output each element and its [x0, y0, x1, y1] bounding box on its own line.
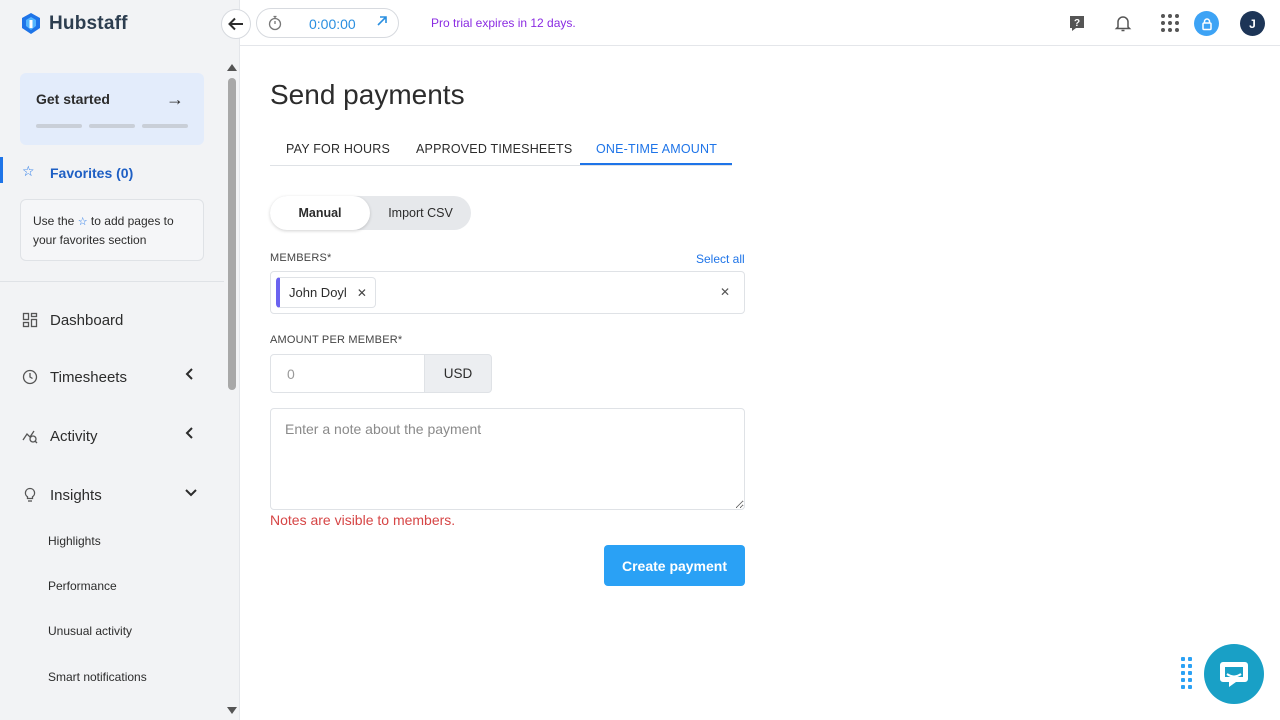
- sidebar-item-insights[interactable]: Insights: [0, 475, 224, 515]
- arrow-up-right-icon[interactable]: [376, 14, 388, 31]
- mode-toggle: Manual Import CSV: [270, 196, 471, 230]
- sidebar-subitem-unusual-activity[interactable]: Unusual activity: [48, 624, 132, 638]
- amount-input[interactable]: [270, 354, 425, 393]
- sidebar-subitem-performance[interactable]: Performance: [48, 579, 117, 593]
- amount-label: AMOUNT PER MEMBER*: [270, 334, 403, 346]
- sidebar-item-dashboard[interactable]: Dashboard: [0, 300, 224, 340]
- trial-notice[interactable]: Pro trial expires in 12 days.: [431, 16, 576, 30]
- sidebar-item-label: Timesheets: [50, 369, 127, 386]
- members-label: MEMBERS*: [270, 252, 332, 264]
- divider: [0, 281, 224, 282]
- chat-bubble-icon: [1220, 662, 1248, 687]
- sidebar-item-favorites[interactable]: ☆ Favorites (0): [0, 157, 224, 187]
- remove-member-icon[interactable]: ✕: [357, 286, 367, 300]
- arrow-left-icon: [228, 17, 243, 31]
- mode-import-csv-button[interactable]: Import CSV: [370, 196, 471, 230]
- chevron-left-icon: [184, 426, 194, 443]
- star-icon: ☆: [77, 216, 88, 228]
- timer-value: 0:00:00: [309, 16, 356, 32]
- chat-button[interactable]: [1204, 644, 1264, 704]
- tab-one-time-amount[interactable]: ONE-TIME AMOUNT: [596, 142, 717, 156]
- progress-step: [89, 124, 135, 128]
- chat-drag-handle[interactable]: [1181, 657, 1195, 689]
- member-chip: John Doyl ✕: [276, 277, 376, 308]
- clock-icon: [22, 369, 38, 385]
- sidebar: Hubstaff Get started → ☆ Favorites (0) U…: [0, 0, 224, 720]
- sidebar-item-label: Activity: [50, 428, 98, 445]
- payment-note-field[interactable]: [270, 408, 745, 510]
- lightbulb-icon: [22, 487, 38, 503]
- member-chip-label: John Doyl: [289, 285, 347, 300]
- star-icon: ☆: [22, 163, 35, 179]
- members-select[interactable]: John Doyl ✕ ✕: [270, 271, 745, 314]
- currency-addon: USD: [424, 354, 492, 393]
- arrow-right-icon: →: [166, 89, 184, 109]
- user-avatar[interactable]: J: [1240, 11, 1265, 36]
- scroll-up-icon[interactable]: [227, 64, 237, 71]
- apps-grid-icon[interactable]: [1158, 11, 1182, 35]
- hubstaff-logo-icon: [19, 12, 43, 36]
- clear-members-icon[interactable]: ✕: [720, 285, 730, 299]
- tab-pay-for-hours[interactable]: PAY FOR HOURS: [286, 142, 390, 156]
- sidebar-item-label: Dashboard: [50, 312, 124, 329]
- page-title: Send payments: [270, 79, 465, 110]
- account-icon[interactable]: [1194, 11, 1219, 36]
- active-tab-indicator: [580, 163, 732, 165]
- select-all-link[interactable]: Select all: [696, 252, 745, 266]
- logo[interactable]: Hubstaff: [19, 12, 128, 36]
- mode-manual-button[interactable]: Manual: [270, 196, 370, 230]
- favorites-hint-pre: Use the: [33, 214, 75, 228]
- tab-approved-timesheets[interactable]: APPROVED TIMESHEETS: [416, 142, 572, 156]
- chevron-left-icon: [184, 367, 194, 384]
- sidebar-subitem-smart-notifications[interactable]: Smart notifications: [48, 670, 147, 684]
- payment-tabs: PAY FOR HOURS APPROVED TIMESHEETS ONE-TI…: [270, 133, 732, 166]
- help-icon[interactable]: ?: [1065, 11, 1089, 35]
- favorites-hint: Use the ☆ to add pages to your favorites…: [20, 199, 204, 261]
- activity-icon: [22, 428, 38, 444]
- create-payment-button[interactable]: Create payment: [604, 545, 745, 586]
- scrollbar-thumb[interactable]: [228, 78, 236, 390]
- stopwatch-icon: [267, 15, 283, 35]
- chevron-down-icon: [184, 485, 198, 501]
- timer-widget[interactable]: 0:00:00: [256, 8, 399, 38]
- dashboard-icon: [22, 312, 38, 328]
- note-visibility-hint: Notes are visible to members.: [270, 512, 456, 528]
- svg-text:?: ?: [1074, 18, 1080, 29]
- bell-icon[interactable]: [1111, 11, 1135, 35]
- get-started-card[interactable]: Get started →: [20, 73, 204, 145]
- sidebar-item-timesheets[interactable]: Timesheets: [0, 357, 224, 397]
- app-name: Hubstaff: [49, 13, 128, 34]
- sidebar-item-label: Insights: [50, 487, 102, 504]
- collapse-sidebar-button[interactable]: [221, 9, 251, 39]
- scroll-down-icon[interactable]: [227, 707, 237, 714]
- progress-step: [36, 124, 82, 128]
- sidebar-item-activity[interactable]: Activity: [0, 416, 224, 456]
- sidebar-subitem-highlights[interactable]: Highlights: [48, 534, 101, 548]
- active-indicator: [0, 157, 3, 183]
- favorites-label: Favorites (0): [50, 165, 134, 181]
- progress-step: [142, 124, 188, 128]
- get-started-label: Get started: [36, 91, 110, 107]
- sidebar-scrollbar[interactable]: [224, 0, 240, 720]
